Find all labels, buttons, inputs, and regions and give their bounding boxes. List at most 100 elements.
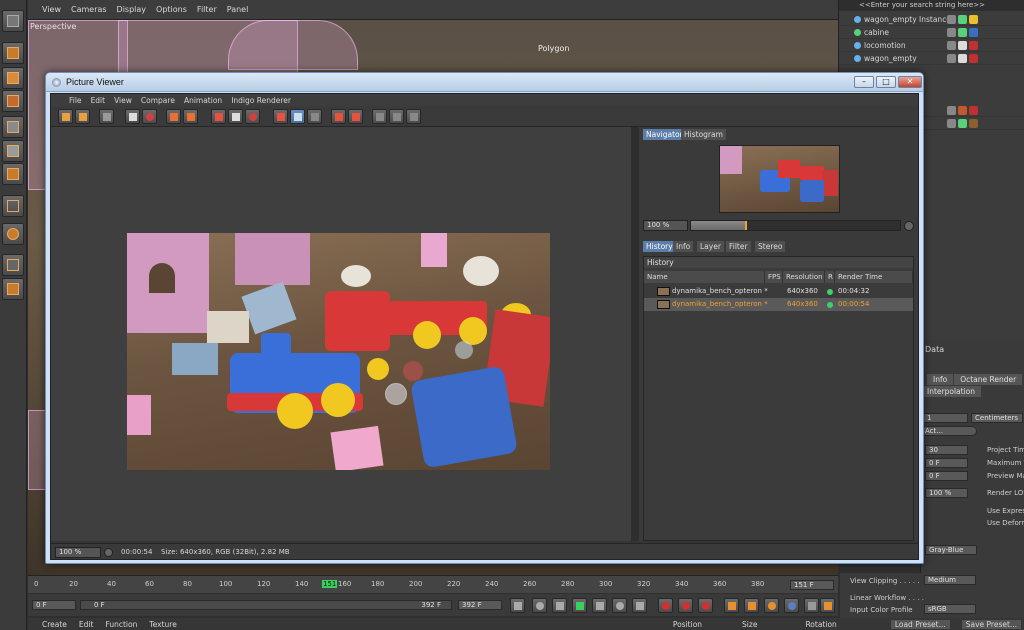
close-icon[interactable]: ✕ <box>898 76 922 88</box>
record-icon[interactable] <box>658 598 673 613</box>
menu-file[interactable]: File <box>69 96 82 105</box>
tab-filter[interactable]: Filter <box>726 241 751 252</box>
point-icon[interactable] <box>2 163 24 185</box>
texture-icon[interactable] <box>2 90 24 112</box>
zoom-options-icon[interactable] <box>104 548 113 557</box>
grid-key-icon[interactable] <box>804 598 819 613</box>
object-icon[interactable] <box>2 140 24 162</box>
history-row[interactable]: dynamika_bench_opteron * 640x360 00:04:3… <box>644 285 913 298</box>
compare-b-icon[interactable] <box>228 109 243 124</box>
object-row[interactable]: wagon_empty <box>839 52 1024 65</box>
col-resolution[interactable]: Resolution <box>783 271 825 283</box>
view-clipping-select[interactable]: Medium <box>924 575 976 585</box>
timeline-menu-icon[interactable] <box>820 598 835 613</box>
ab-a-icon[interactable] <box>331 109 346 124</box>
layout-2-icon[interactable] <box>389 109 404 124</box>
split-icon[interactable] <box>273 109 288 124</box>
fps-field[interactable]: 30 <box>925 445 968 455</box>
history-row-selected[interactable]: dynamika_bench_opteron * 640x360 00:00:5… <box>644 298 913 311</box>
checker-icon[interactable] <box>2 67 24 89</box>
color-select[interactable]: Gray-Blue <box>925 545 977 555</box>
object-row[interactable]: cabine <box>839 26 1024 39</box>
navigator-zoom-slider[interactable] <box>690 220 901 231</box>
grid-view-icon[interactable] <box>99 109 114 124</box>
next-key-icon[interactable] <box>612 598 627 613</box>
play-icon[interactable] <box>572 598 587 613</box>
lock-icon[interactable] <box>2 254 24 276</box>
menu-edit[interactable]: Edit <box>79 620 94 629</box>
tab-histogram[interactable]: Histogram <box>681 129 726 140</box>
go-end-icon[interactable] <box>632 598 647 613</box>
maximize-icon[interactable]: □ <box>876 76 896 88</box>
end-frame-field[interactable]: 151 F <box>790 580 834 590</box>
status-zoom-field[interactable]: 100 % <box>55 547 101 558</box>
render-region-icon[interactable] <box>125 109 140 124</box>
col-name[interactable]: Name <box>644 271 765 283</box>
rotate-key-icon[interactable] <box>764 598 779 613</box>
timeline-current-frame[interactable]: 151 <box>322 580 338 588</box>
axis-icon[interactable] <box>2 195 24 217</box>
tab-navigator[interactable]: Navigator <box>643 129 686 140</box>
menu-compare[interactable]: Compare <box>141 96 175 105</box>
tab-history[interactable]: History <box>643 241 676 252</box>
menu-view[interactable]: View <box>42 5 61 14</box>
minimize-icon[interactable]: – <box>854 76 874 88</box>
menu-create[interactable]: Create <box>42 620 67 629</box>
scale-field[interactable]: 1 <box>923 413 968 423</box>
start-frame-field[interactable]: 0 F <box>32 600 76 610</box>
menu-display[interactable]: Display <box>117 5 147 14</box>
navigator-options-icon[interactable] <box>904 221 914 231</box>
navigator-thumbnail[interactable] <box>719 145 840 213</box>
go-start-icon[interactable] <box>510 598 525 613</box>
save-preset-button[interactable]: Save Preset... <box>961 619 1022 629</box>
object-row[interactable]: locomotion <box>839 39 1024 52</box>
load-preset-button[interactable]: Load Preset... <box>890 619 950 629</box>
scale-key-icon[interactable] <box>744 598 759 613</box>
lod-field[interactable]: 100 % <box>925 488 968 498</box>
canvas-scrollbar[interactable] <box>631 127 639 541</box>
tab-octane-render[interactable]: Octane Render <box>954 374 1023 385</box>
cube-icon[interactable] <box>2 42 24 64</box>
compare-a-icon[interactable] <box>211 109 226 124</box>
prev-key-icon[interactable] <box>532 598 547 613</box>
timeline[interactable]: 0 20 40 60 80 100 120 140 151 160 180 20… <box>28 575 838 593</box>
menu-options[interactable]: Options <box>156 5 187 14</box>
menu-filter[interactable]: Filter <box>197 5 217 14</box>
col-r[interactable]: R <box>825 271 835 283</box>
param-key-icon[interactable] <box>784 598 799 613</box>
preset-button[interactable]: Act... <box>921 426 977 436</box>
render-settings-icon[interactable] <box>245 109 260 124</box>
next-frame-icon[interactable] <box>592 598 607 613</box>
prev-frame-icon[interactable] <box>552 598 567 613</box>
range-slider[interactable]: 0 F 392 F <box>80 600 452 610</box>
tab-info[interactable]: Info <box>673 241 694 252</box>
move-key-icon[interactable] <box>724 598 739 613</box>
units-select[interactable]: Centimeters <box>971 413 1023 423</box>
save-icon[interactable] <box>75 109 90 124</box>
channel-icon[interactable] <box>307 109 322 124</box>
render-user-icon[interactable] <box>142 109 157 124</box>
col-fps[interactable]: FPS <box>765 271 783 283</box>
tab-info[interactable]: Info <box>927 374 954 385</box>
image-canvas[interactable] <box>51 127 631 541</box>
layout-3-icon[interactable] <box>406 109 421 124</box>
tab-stereo[interactable]: Stereo <box>755 241 786 252</box>
tab-layer[interactable]: Layer <box>697 241 724 252</box>
preview-min-field[interactable]: 0 F <box>925 471 968 481</box>
grid-icon[interactable] <box>2 278 24 300</box>
keyframe-help-icon[interactable] <box>698 598 713 613</box>
ab-b-icon[interactable] <box>348 109 363 124</box>
undo-icon[interactable] <box>2 10 24 32</box>
picture-viewer-titlebar[interactable]: Picture Viewer – □ ✕ <box>46 73 923 92</box>
max-frame-field[interactable]: 392 F <box>458 600 502 610</box>
input-color-select[interactable]: sRGB <box>924 604 976 614</box>
menu-view[interactable]: View <box>114 96 132 105</box>
render-view-icon[interactable] <box>166 109 181 124</box>
open-icon[interactable] <box>58 109 73 124</box>
min-time-field[interactable]: 0 F <box>925 458 968 468</box>
auto-key-icon[interactable] <box>678 598 693 613</box>
menu-function[interactable]: Function <box>105 620 137 629</box>
fit-icon[interactable] <box>290 109 305 124</box>
menu-texture[interactable]: Texture <box>149 620 176 629</box>
render-pv-icon[interactable] <box>183 109 198 124</box>
